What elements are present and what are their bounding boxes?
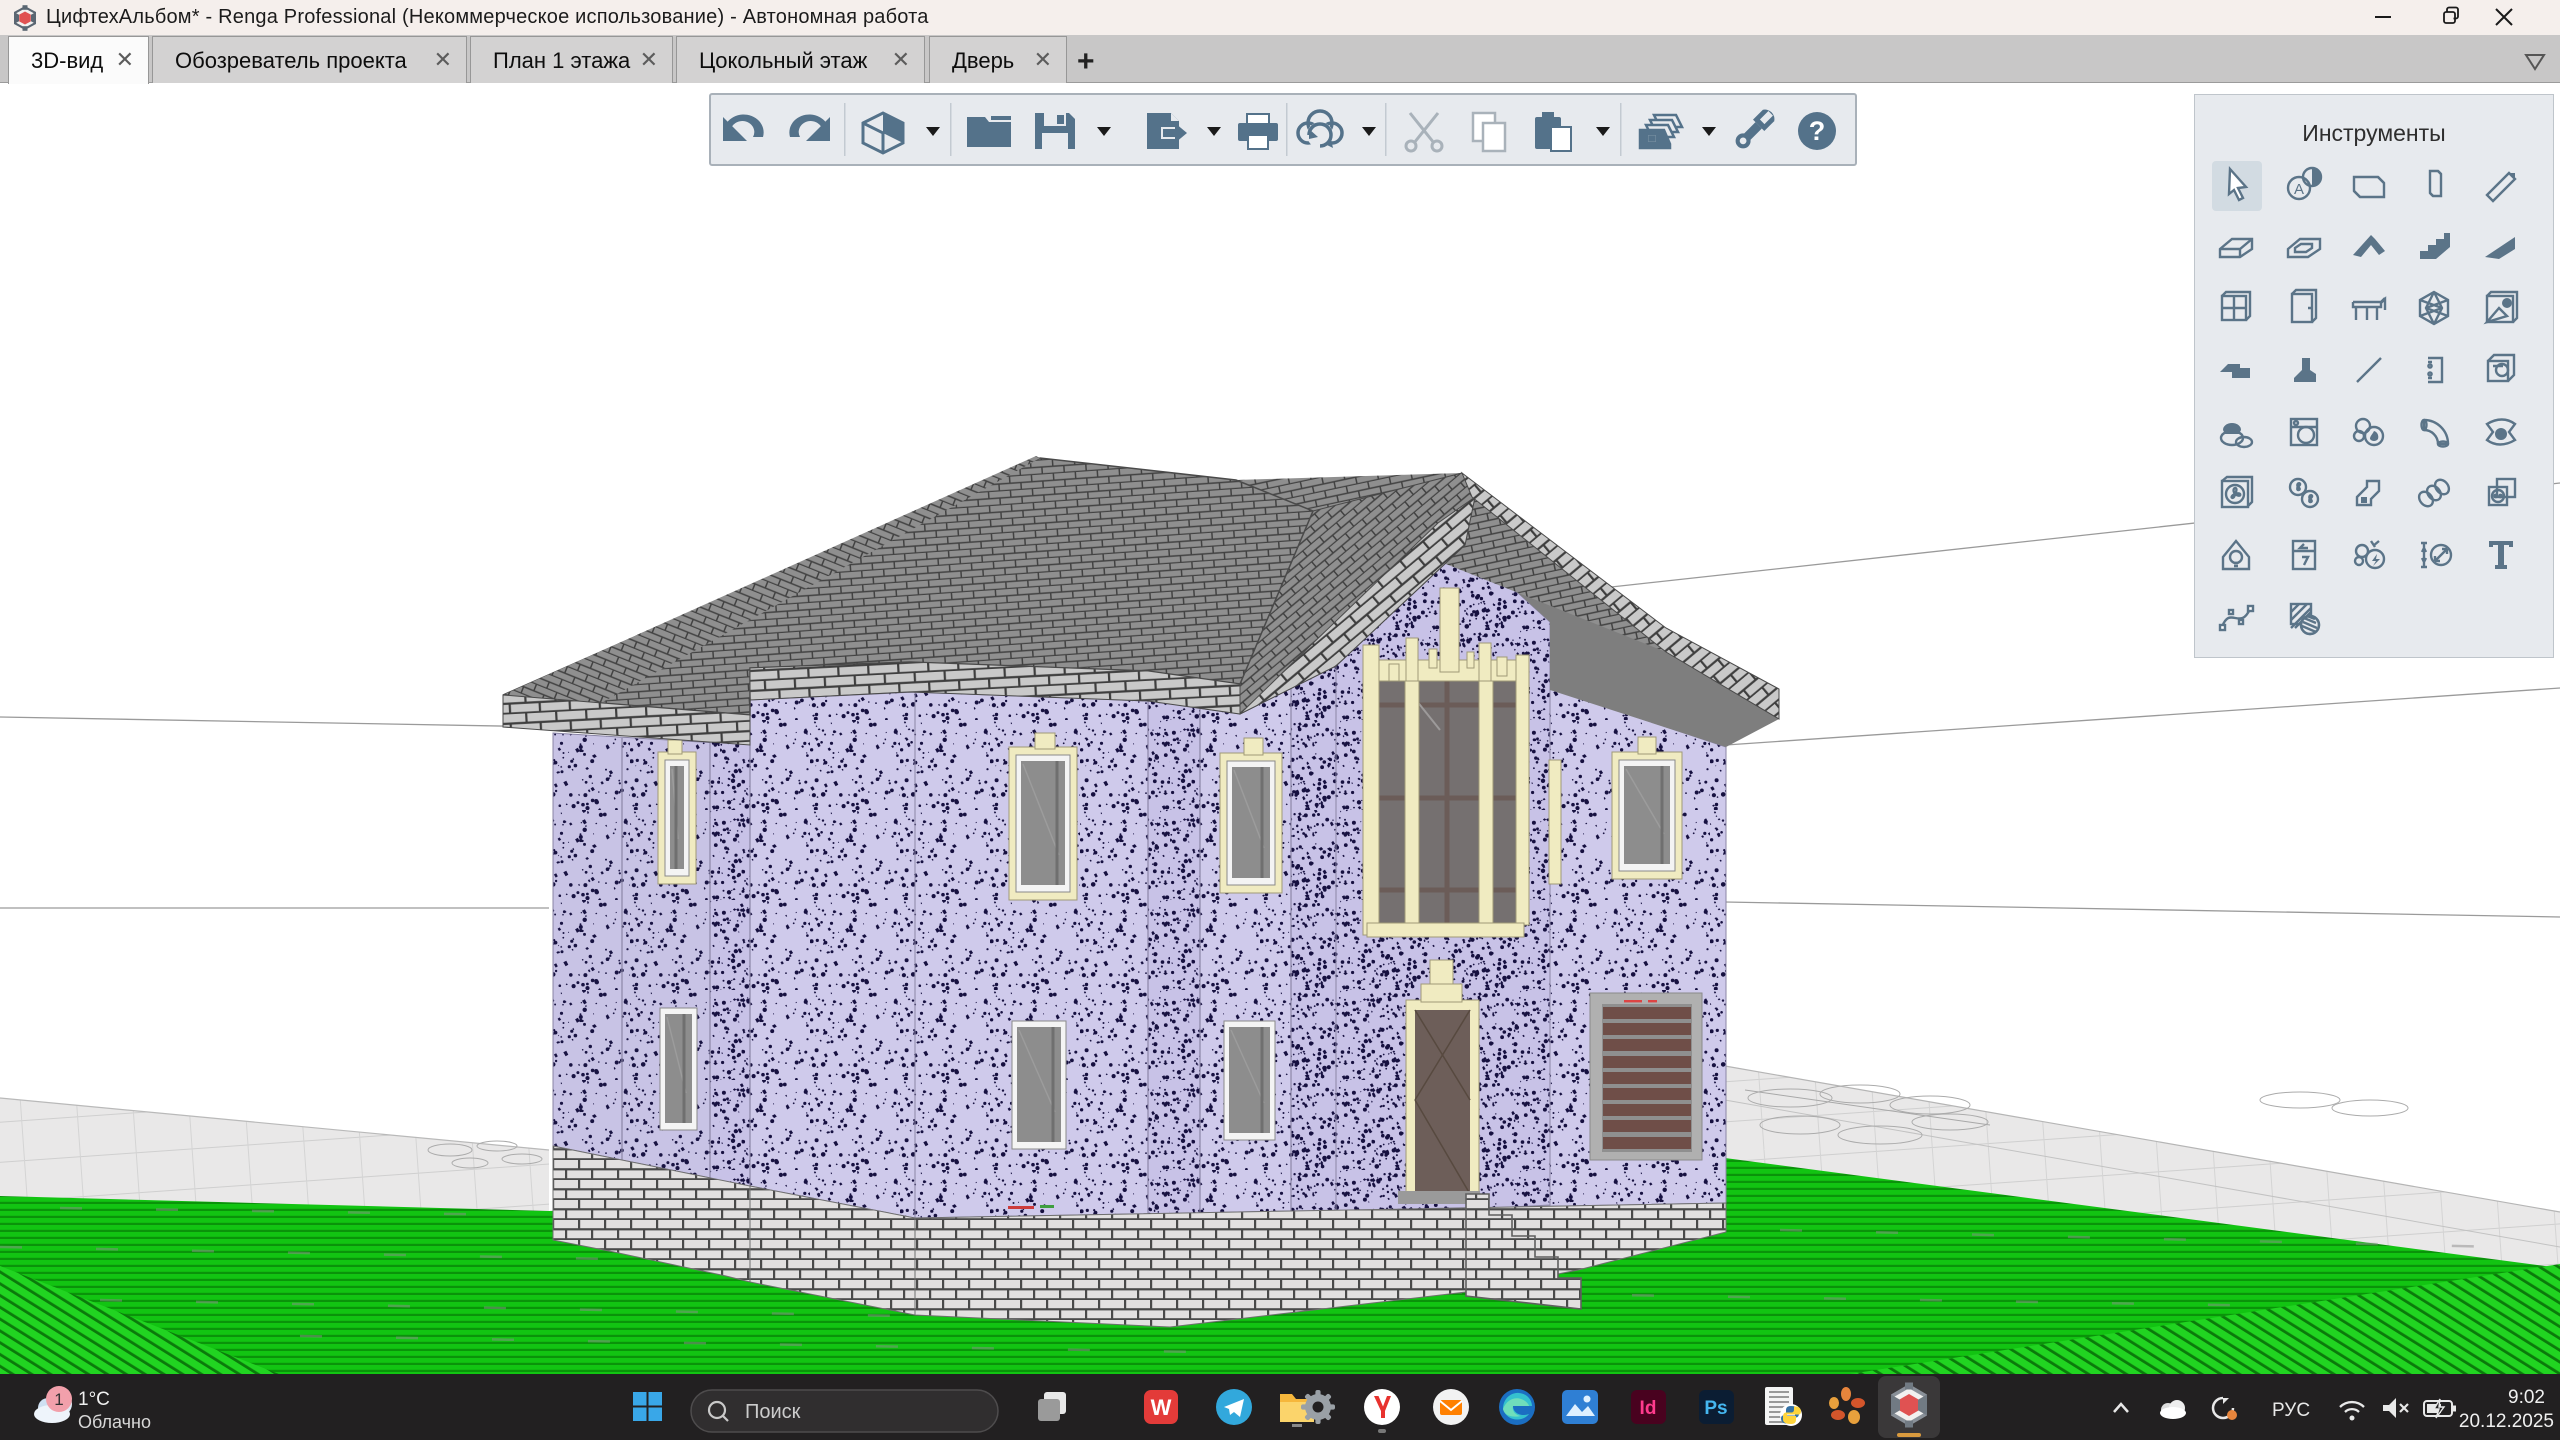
svg-text:1: 1 (54, 1390, 63, 1409)
svg-text:Облачно: Облачно (78, 1412, 151, 1432)
svg-text:W: W (1151, 1395, 1172, 1420)
svg-text:?: ? (1809, 116, 1826, 146)
svg-text:20.12.2025: 20.12.2025 (2459, 1411, 2554, 1432)
svg-text:9:02: 9:02 (2508, 1387, 2545, 1408)
svg-text:1°C: 1°C (78, 1389, 110, 1410)
svg-text:Id: Id (1640, 1398, 1657, 1419)
svg-text:A: A (2294, 181, 2304, 198)
svg-text:Ps: Ps (1704, 1398, 1727, 1419)
svg-text:Поиск: Поиск (745, 1401, 801, 1423)
svg-text:РУС: РУС (2272, 1400, 2310, 1421)
